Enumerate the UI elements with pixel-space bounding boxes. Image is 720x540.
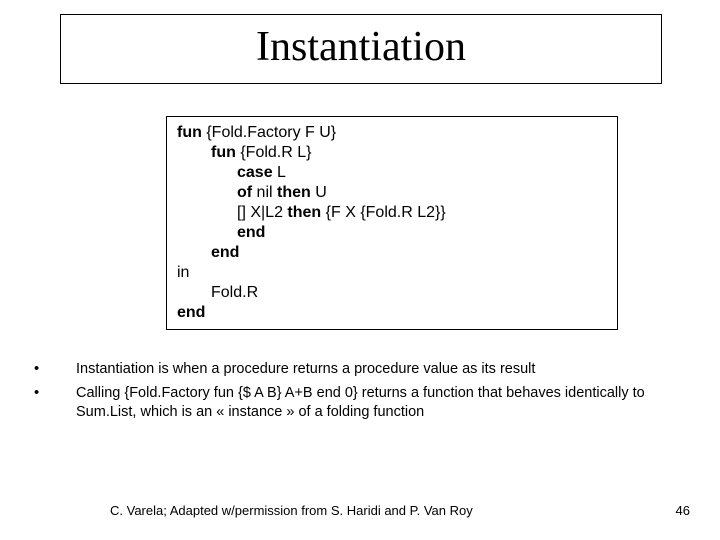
- code-line-10: end: [177, 303, 607, 323]
- slide-title: Instantiation: [256, 24, 466, 70]
- bullet-list: • Instantiation is when a procedure retu…: [30, 360, 690, 427]
- bullet-2: • Calling {Fold.Factory fun {$ A B} A+B …: [30, 384, 690, 423]
- footer-credit: C. Varela; Adapted w/permission from S. …: [110, 503, 473, 518]
- bullet-1: • Instantiation is when a procedure retu…: [30, 360, 690, 380]
- code-line-5: [] X|L2 then {F X {Fold.R L2}}: [177, 203, 607, 223]
- title-box: Instantiation: [60, 14, 662, 84]
- code-line-4: of nil then U: [177, 183, 607, 203]
- code-line-8: in: [177, 263, 607, 283]
- code-block: fun {Fold.Factory F U} fun {Fold.R L} ca…: [166, 116, 618, 330]
- code-line-6: end: [177, 223, 607, 243]
- code-line-1: fun {Fold.Factory F U}: [177, 123, 607, 143]
- code-line-7: end: [177, 243, 607, 263]
- code-line-2: fun {Fold.R L}: [177, 143, 607, 163]
- slide: Instantiation fun {Fold.Factory F U} fun…: [0, 0, 720, 540]
- code-line-3: case L: [177, 163, 607, 183]
- bullet-2-text: Calling {Fold.Factory fun {$ A B} A+B en…: [76, 384, 690, 423]
- bullet-1-text: Instantiation is when a procedure return…: [76, 360, 690, 380]
- bullet-icon: •: [30, 360, 76, 380]
- bullet-icon: •: [30, 384, 76, 423]
- page-number: 46: [676, 503, 690, 518]
- code-line-9: Fold.R: [177, 283, 607, 303]
